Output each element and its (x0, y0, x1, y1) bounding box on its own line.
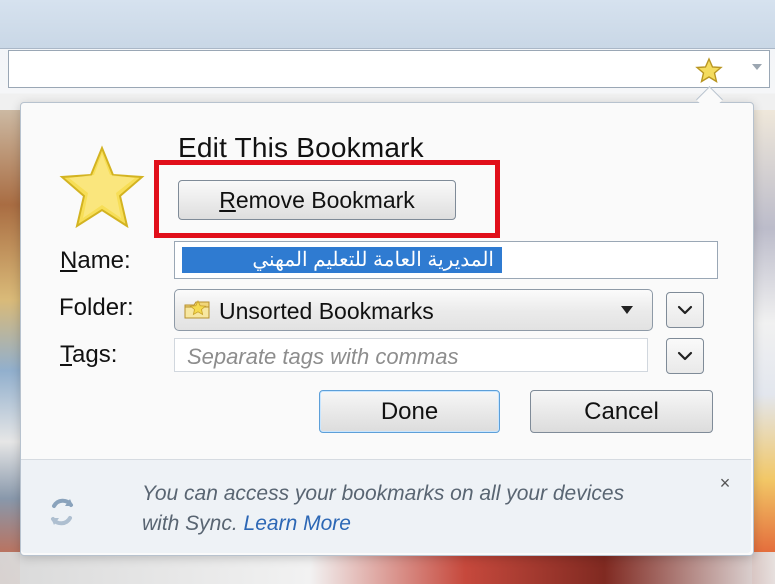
folder-tree-toggle[interactable] (666, 292, 704, 328)
close-icon[interactable]: × (716, 474, 734, 492)
remove-bookmark-label: Remove Bookmark (219, 186, 415, 213)
folder-label: Folder: (59, 294, 134, 321)
tags-placeholder: Separate tags with commas (187, 344, 459, 369)
chevron-down-icon (677, 351, 693, 361)
browser-screen: Edit This Bookmark Remove Bookmark Name:… (0, 0, 775, 584)
name-field[interactable]: المديرية العامة للتعليم المهني (174, 241, 718, 279)
tags-label: Tags: (60, 341, 118, 368)
cancel-button-label: Cancel (584, 397, 659, 425)
background-page-bottom (0, 552, 775, 584)
star-icon (59, 145, 145, 229)
tags-field[interactable]: Separate tags with commas (174, 338, 648, 372)
cancel-button[interactable]: Cancel (530, 390, 713, 433)
address-bar[interactable] (8, 50, 770, 88)
name-selected-text: المديرية العامة للتعليم المهني (182, 247, 502, 273)
background-page-right (752, 110, 775, 584)
sync-icon (51, 498, 73, 526)
name-label: Name: (60, 247, 131, 274)
remove-bookmark-button[interactable]: Remove Bookmark (178, 180, 456, 220)
done-button[interactable]: Done (319, 390, 500, 433)
learn-more-link[interactable]: Learn More (244, 512, 351, 535)
sync-message: You can access your bookmarks on all you… (142, 479, 662, 539)
done-button-label: Done (380, 397, 439, 425)
chevron-down-icon (677, 305, 693, 315)
folder-selected-value: Unsorted Bookmarks (219, 298, 434, 324)
star-icon (695, 57, 723, 83)
address-dropmarker-icon[interactable] (752, 64, 762, 70)
bookmark-star-button[interactable] (694, 56, 724, 86)
folder-icon (184, 300, 210, 319)
sync-message-text: You can access your bookmarks on all you… (142, 482, 625, 535)
chevron-down-icon (621, 306, 633, 314)
tags-list-toggle[interactable] (666, 338, 704, 374)
background-page-left (0, 110, 20, 584)
browser-toolbar-area (0, 0, 775, 49)
folder-select[interactable]: Unsorted Bookmarks (174, 289, 653, 331)
